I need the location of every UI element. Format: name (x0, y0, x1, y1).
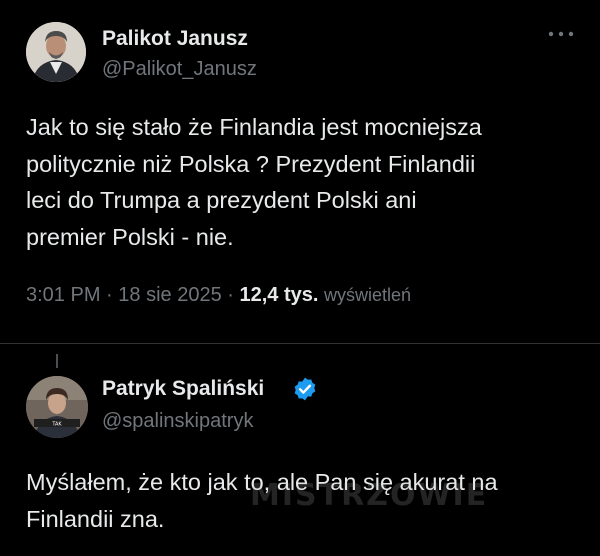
tweet-text-line: Jak to się stało że Finlandia jest mocni… (26, 114, 482, 140)
avatar-caption: TAK (51, 422, 62, 428)
avatar-image (26, 22, 86, 82)
verified-badge-icon (292, 376, 318, 402)
meta-separator: · (106, 284, 113, 306)
thread-connector-line (56, 354, 58, 368)
meta-separator: · (227, 284, 234, 306)
tweet-meta: 3:01 PM · 18 sie 2025 · 12,4 tys. wyświe… (26, 284, 411, 307)
views-label: wyświetleń (324, 285, 412, 305)
avatar-spalinski[interactable]: TAK (26, 376, 88, 438)
reply-author-handle[interactable]: @spalinskipatryk (102, 410, 253, 433)
reply-author-display-name[interactable]: Patryk Spaliński (102, 377, 264, 401)
tweet-text-line: leci do Trumpa a prezydent Polski ani (26, 187, 417, 213)
author-handle[interactable]: @Palikot_Janusz (102, 58, 257, 81)
tweet-text: Jak to się stało że Finlandia jest mocni… (26, 109, 576, 255)
tweet-time[interactable]: 3:01 PM (26, 284, 100, 306)
views-count[interactable]: 12,4 tys. (240, 284, 319, 306)
tweet-text-line: premier Polski - nie. (26, 223, 234, 250)
avatar-palikot[interactable] (26, 22, 86, 82)
tweet-divider (0, 343, 600, 344)
more-horizontal-icon[interactable] (546, 26, 576, 42)
avatar-image: TAK (26, 376, 88, 438)
reply-text-line: Myślałem, że kto jak to, ale Pan się aku… (26, 469, 498, 495)
reply-text: Myślałem, że kto jak to, ale Pan się aku… (26, 464, 576, 537)
tweet-date[interactable]: 18 sie 2025 (118, 284, 221, 306)
reply-text-line: Finlandii zna. (26, 505, 165, 532)
tweet-text-line: politycznie niż Polska ? Prezydent Finla… (26, 150, 476, 177)
author-display-name[interactable]: Palikot Janusz (102, 27, 248, 51)
